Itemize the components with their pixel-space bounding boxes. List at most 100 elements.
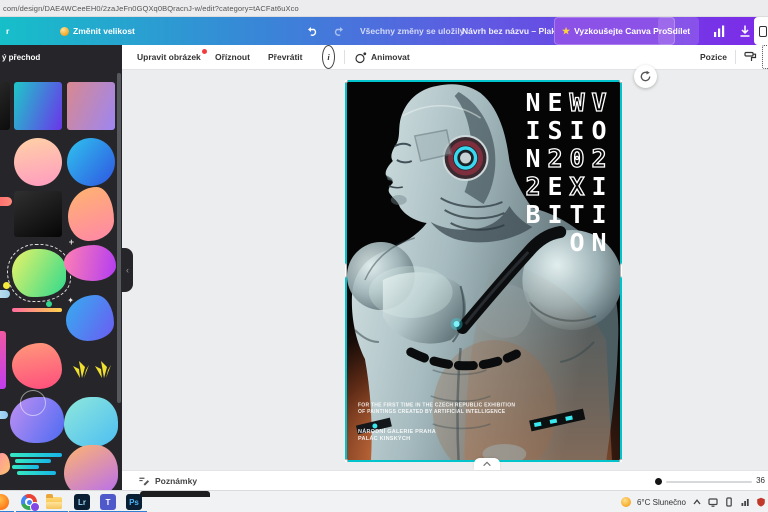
yellow-sparkles[interactable] [72, 358, 112, 380]
edit-image-button[interactable]: Upravit obrázek [137, 45, 207, 69]
pro-badge-icon [60, 26, 69, 36]
insights-button[interactable] [712, 17, 726, 45]
flip-button[interactable]: Převrátit [268, 45, 303, 69]
magenta-strip-edge[interactable] [0, 331, 6, 389]
coral-pill-edge[interactable] [0, 197, 12, 206]
background-window-edge [140, 491, 210, 497]
zoom-slider-handle[interactable] [655, 478, 662, 485]
animate-icon [355, 51, 367, 63]
teal-purple-square[interactable] [14, 82, 62, 130]
position-button[interactable]: Pozice [700, 45, 727, 69]
taskbar-teams-icon[interactable]: T [95, 493, 121, 512]
tray-icons [692, 497, 766, 507]
crop-button[interactable]: Oříznout [215, 45, 250, 69]
selection-handle-bl[interactable] [345, 459, 348, 462]
notes-button[interactable]: Poznámky [138, 471, 197, 491]
weather-text[interactable]: 6°C Slunečno [637, 498, 686, 507]
page-url: com/design/DAE4WCeeEH0/2zaJeFn0GQXq0BQra… [3, 3, 299, 13]
resize-button[interactable]: Změnit velikost [60, 17, 135, 45]
animate-button[interactable]: Animovat [354, 45, 410, 69]
poster-title: NEWVISION2022EXIBITION [522, 87, 610, 257]
toolbar-divider [735, 50, 736, 64]
info-button[interactable]: i [322, 45, 335, 69]
redo-button[interactable] [332, 17, 345, 45]
chevron-up-icon[interactable] [692, 497, 702, 507]
toolbar-divider [344, 50, 345, 64]
skyblue-pill-edge[interactable] [0, 411, 8, 419]
app-header: r Změnit velikost Všechny změny se uloži… [0, 17, 768, 45]
download-icon [740, 25, 750, 37]
share-button[interactable]: Sdílet [658, 17, 700, 45]
violet-blue-cloud[interactable] [10, 390, 64, 443]
blue-violet-blob[interactable] [66, 295, 114, 341]
redo-icon [334, 27, 343, 36]
windows-taskbar: Lr T Ps 6°C Slunečno [0, 490, 768, 512]
undo-button[interactable] [306, 17, 319, 45]
zoom-slider-track[interactable] [666, 481, 752, 483]
status-bar: Poznámky 36 [122, 470, 768, 490]
poster-venue-text: NÁRODNÍ GALERIE PRAHA PALÁC KINSKÝCH [358, 428, 436, 442]
taskbar-photoshop-icon[interactable]: Ps [121, 493, 147, 512]
black-square-edge[interactable] [0, 82, 10, 130]
orange-violet-cloud[interactable] [64, 445, 118, 490]
sidebar-tiles [0, 45, 122, 490]
taskbar-browser-edge-cut-icon[interactable] [0, 493, 14, 512]
orange-pink-blob[interactable] [68, 187, 114, 241]
device-icon [759, 25, 767, 37]
paint-roller-icon[interactable] [744, 45, 757, 69]
poster-page[interactable]: NEWVISION2022EXIBITION FOR THE FIRST TIM… [345, 80, 622, 462]
taskbar-file-explorer-icon[interactable] [42, 493, 68, 512]
rotate-icon [640, 70, 651, 82]
context-toolbar: Upravit obrázek Oříznout Převrátit i Ani… [122, 45, 768, 70]
selection-handle-br[interactable] [619, 459, 622, 462]
star-icon: ★ [562, 25, 571, 36]
poster-title-row: ISIO [525, 116, 607, 145]
taskbar-chrome-icon[interactable] [16, 493, 42, 512]
new-feature-badge [201, 49, 207, 54]
monitor-icon[interactable] [708, 497, 718, 507]
taskbar-lightroom-icon[interactable]: Lr [69, 493, 95, 512]
print-posters-button[interactable]: T [754, 17, 768, 45]
document-title[interactable]: Návrh bez názvu – Plakát [462, 17, 564, 45]
panel-collapse-button[interactable]: ‹ [122, 248, 133, 292]
blue-circle[interactable] [67, 138, 115, 186]
notes-icon [139, 477, 150, 486]
poster-title-row: ON [569, 228, 607, 257]
selection-handle-left[interactable] [345, 263, 347, 278]
selection-handle-right[interactable] [620, 263, 622, 278]
pink-violet-square[interactable] [67, 82, 115, 130]
network-icon[interactable] [740, 497, 750, 507]
page-collapse-tab[interactable] [474, 458, 500, 470]
poster-title-row: 2EXI [525, 171, 607, 201]
rotate-button[interactable] [634, 65, 657, 88]
zoom-level: 36 [756, 476, 765, 485]
browser-url-bar[interactable]: com/design/DAE4WCeeEH0/2zaJeFn0GQXq0BQra… [0, 0, 768, 17]
design-canvas[interactable]: NEWVISION2022EXIBITION FOR THE FIRST TIM… [122, 65, 768, 470]
coral-red-blob[interactable] [12, 343, 62, 389]
weather-sun-icon[interactable] [620, 497, 631, 507]
transparency-icon[interactable] [762, 45, 768, 69]
chevron-up-icon [483, 461, 491, 467]
save-status-text: Všechny změny se uložily [360, 26, 465, 36]
selection-handle-tr[interactable] [619, 80, 622, 83]
teal-glitch-lines[interactable] [10, 451, 62, 477]
white-pill-edge[interactable] [0, 290, 10, 298]
canva-editor-screen: com/design/DAE4WCeeEH0/2zaJeFn0GQXq0BQra… [0, 0, 768, 512]
gradient-blob-edge[interactable] [0, 453, 10, 475]
lime-green-blob-selected[interactable] [3, 244, 71, 307]
bar-chart-icon [714, 25, 725, 37]
shield-icon[interactable] [756, 497, 766, 507]
file-menu-fragment[interactable]: r [6, 17, 9, 45]
dark-gradient-square[interactable] [14, 191, 62, 237]
phone-icon[interactable] [724, 497, 734, 507]
poster-title-row: BITI [525, 200, 607, 229]
gradients-panel: ý přechod [0, 45, 122, 490]
download-button[interactable] [738, 17, 752, 45]
pink-magenta-blob[interactable] [64, 245, 116, 281]
panel-scrollbar[interactable] [117, 73, 121, 403]
poster-info-text: FOR THE FIRST TIME IN THE CZECH REPUBLIC… [358, 402, 516, 415]
pink-yellow-line[interactable] [12, 308, 62, 312]
peach-pink-circle[interactable] [14, 138, 62, 186]
undo-icon [308, 27, 317, 36]
teal-cloud[interactable] [64, 397, 118, 447]
